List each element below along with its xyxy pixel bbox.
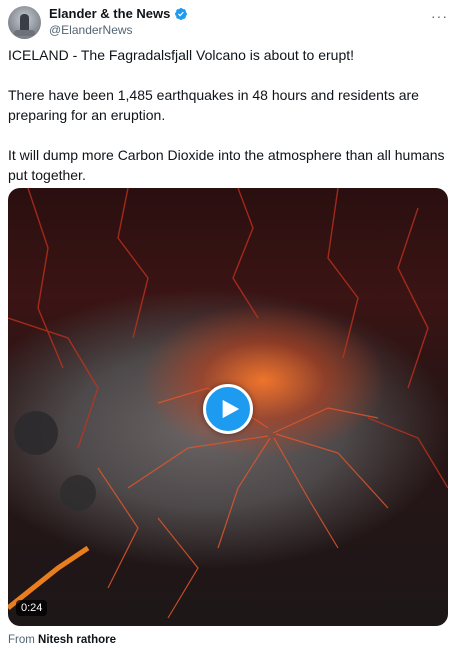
tweet-paragraph: ICELAND - The Fagradalsfjall Volcano is …	[8, 47, 355, 63]
tweet-body: ICELAND - The Fagradalsfjall Volcano is …	[8, 45, 448, 205]
video-player[interactable]: 0:24	[8, 188, 448, 626]
author-name-line: Elander & the News	[49, 6, 188, 21]
attribution-prefix: From	[8, 634, 39, 646]
tweet-header: Elander & the News @ElanderNews ···	[8, 6, 452, 42]
tweet-paragraph: There have been 1,485 earthquakes in 48 …	[8, 87, 419, 123]
avatar-base	[14, 30, 35, 36]
play-button[interactable]	[203, 384, 253, 434]
attribution: From Nitesh rathore	[8, 634, 116, 646]
author-handle[interactable]: @ElanderNews	[49, 23, 133, 37]
ellipsis-icon[interactable]: ···	[431, 8, 448, 24]
author-avatar[interactable]	[8, 6, 41, 39]
video-duration: 0:24	[16, 600, 48, 616]
tweet-paragraph: It will dump more Carbon Dioxide into th…	[8, 147, 445, 183]
play-icon	[222, 399, 240, 419]
author-display-name[interactable]: Elander & the News	[49, 6, 170, 21]
attribution-source[interactable]: Nitesh rathore	[38, 634, 116, 646]
verified-badge-icon	[174, 7, 188, 21]
